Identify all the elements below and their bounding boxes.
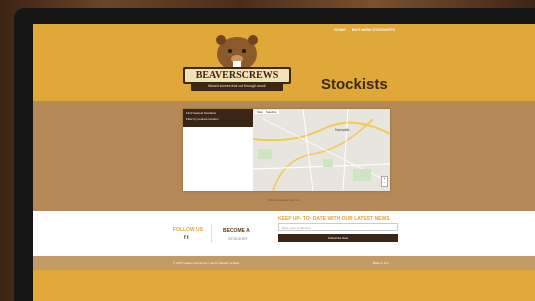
map-tab-map[interactable]: Map: [257, 110, 263, 114]
locator-caption[interactable]: Show stockists near me: [268, 198, 300, 202]
content-band: Find Nearest Stockists Filter by nearest…: [33, 101, 535, 211]
logo-brand-text: BEAVERSCREWS: [195, 70, 279, 81]
become-stockist-link[interactable]: BECOME A: [223, 228, 250, 234]
locator-line2[interactable]: Filter by nearest location: [183, 115, 253, 121]
follow-us-heading: FOLLOW US: [173, 227, 203, 233]
map-roads-icon: [253, 109, 390, 191]
map-zoom-control[interactable]: + −: [381, 176, 388, 187]
logo-tagline: Wizard screws that cut through wood!: [207, 84, 267, 88]
page-title: Stockists: [321, 76, 388, 93]
footer-divider: [211, 224, 212, 243]
site-header: HOME BUY NOW STOCKISTS BEAVERSCREWS Wiza…: [33, 24, 535, 101]
beaverscrews-logo[interactable]: BEAVERSCREWS Wizard screws that cut thro…: [181, 34, 293, 96]
newsletter-email-input[interactable]: Enter your email here: [278, 223, 398, 231]
google-map[interactable]: Map Satellite Norwalk + −: [253, 109, 390, 191]
nav-buy-now-link[interactable]: BUY NOW STOCKISTS: [352, 27, 395, 32]
nav-home-link[interactable]: HOME: [334, 27, 346, 32]
store-locator: Find Nearest Stockists Filter by nearest…: [183, 109, 390, 191]
become-stockist-subtext[interactable]: STOCKIST: [228, 236, 248, 241]
site-footer: FOLLOW US f t BECOME A STOCKIST KEEP UP-…: [33, 211, 535, 256]
bottom-bar: © 2017 beaver screws inc | site by Beave…: [33, 256, 535, 270]
zoom-out-button[interactable]: −: [382, 181, 387, 185]
social-icons[interactable]: f t: [184, 235, 189, 241]
locator-header: Find Nearest Stockists Filter by nearest…: [183, 109, 253, 127]
lower-background: [33, 270, 535, 301]
map-tab-satellite[interactable]: Satellite: [266, 110, 277, 114]
website-screen: HOME BUY NOW STOCKISTS BEAVERSCREWS Wiza…: [33, 24, 535, 301]
map-city-label: Norwalk: [335, 127, 350, 132]
top-nav: HOME BUY NOW STOCKISTS: [334, 27, 395, 32]
subscribe-button[interactable]: Subscribe Now: [278, 234, 398, 242]
copyright-text: © 2017 beaver screws inc | site by Beave…: [173, 261, 240, 265]
newsletter-heading: KEEP UP- TO- DATE WITH OUR LATEST NEWS: [278, 216, 390, 222]
map-type-tabs: Map Satellite: [255, 110, 279, 114]
back-to-top-link[interactable]: Back to Top: [373, 261, 389, 265]
